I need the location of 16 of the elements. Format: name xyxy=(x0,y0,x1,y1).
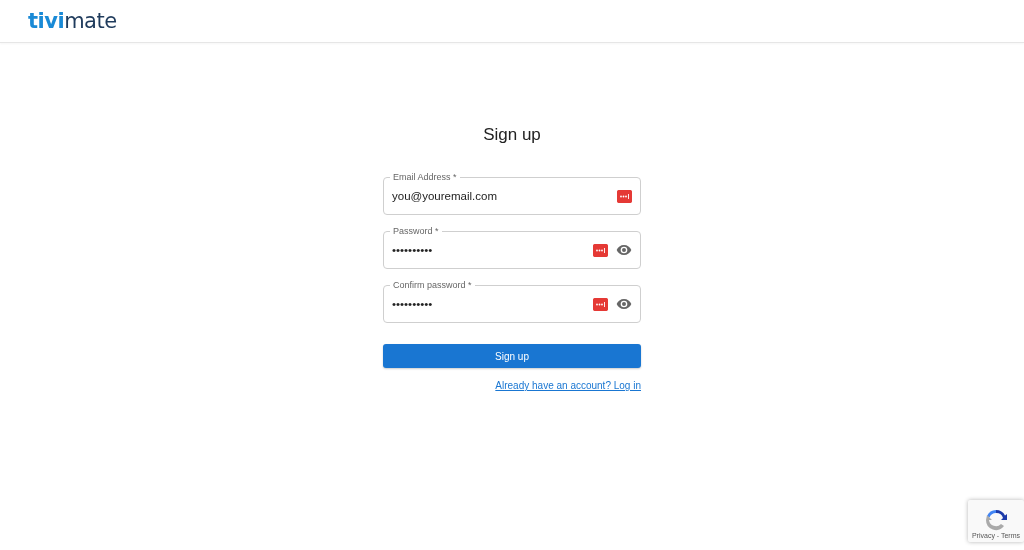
logo[interactable]: tivimate xyxy=(28,9,117,33)
page-title: Sign up xyxy=(483,125,541,145)
password-manager-icon[interactable] xyxy=(593,243,608,257)
eye-icon[interactable] xyxy=(616,242,632,258)
field-value: •••••••••• xyxy=(392,298,434,310)
sign-up-button[interactable]: Sign up xyxy=(383,344,641,368)
field-label: Confirm password * xyxy=(390,279,475,291)
field-value: you@youremail.com xyxy=(392,190,498,202)
login-link[interactable]: Already have an account? Log in xyxy=(495,380,641,391)
field-label: Email Address * xyxy=(390,171,460,183)
password-manager-icon[interactable] xyxy=(593,297,608,311)
field-label: Password * xyxy=(390,225,442,237)
recaptcha-icon xyxy=(984,508,1008,532)
password-manager-icon[interactable] xyxy=(617,189,632,203)
eye-icon[interactable] xyxy=(616,296,632,312)
field-value: •••••••••• xyxy=(392,244,434,256)
